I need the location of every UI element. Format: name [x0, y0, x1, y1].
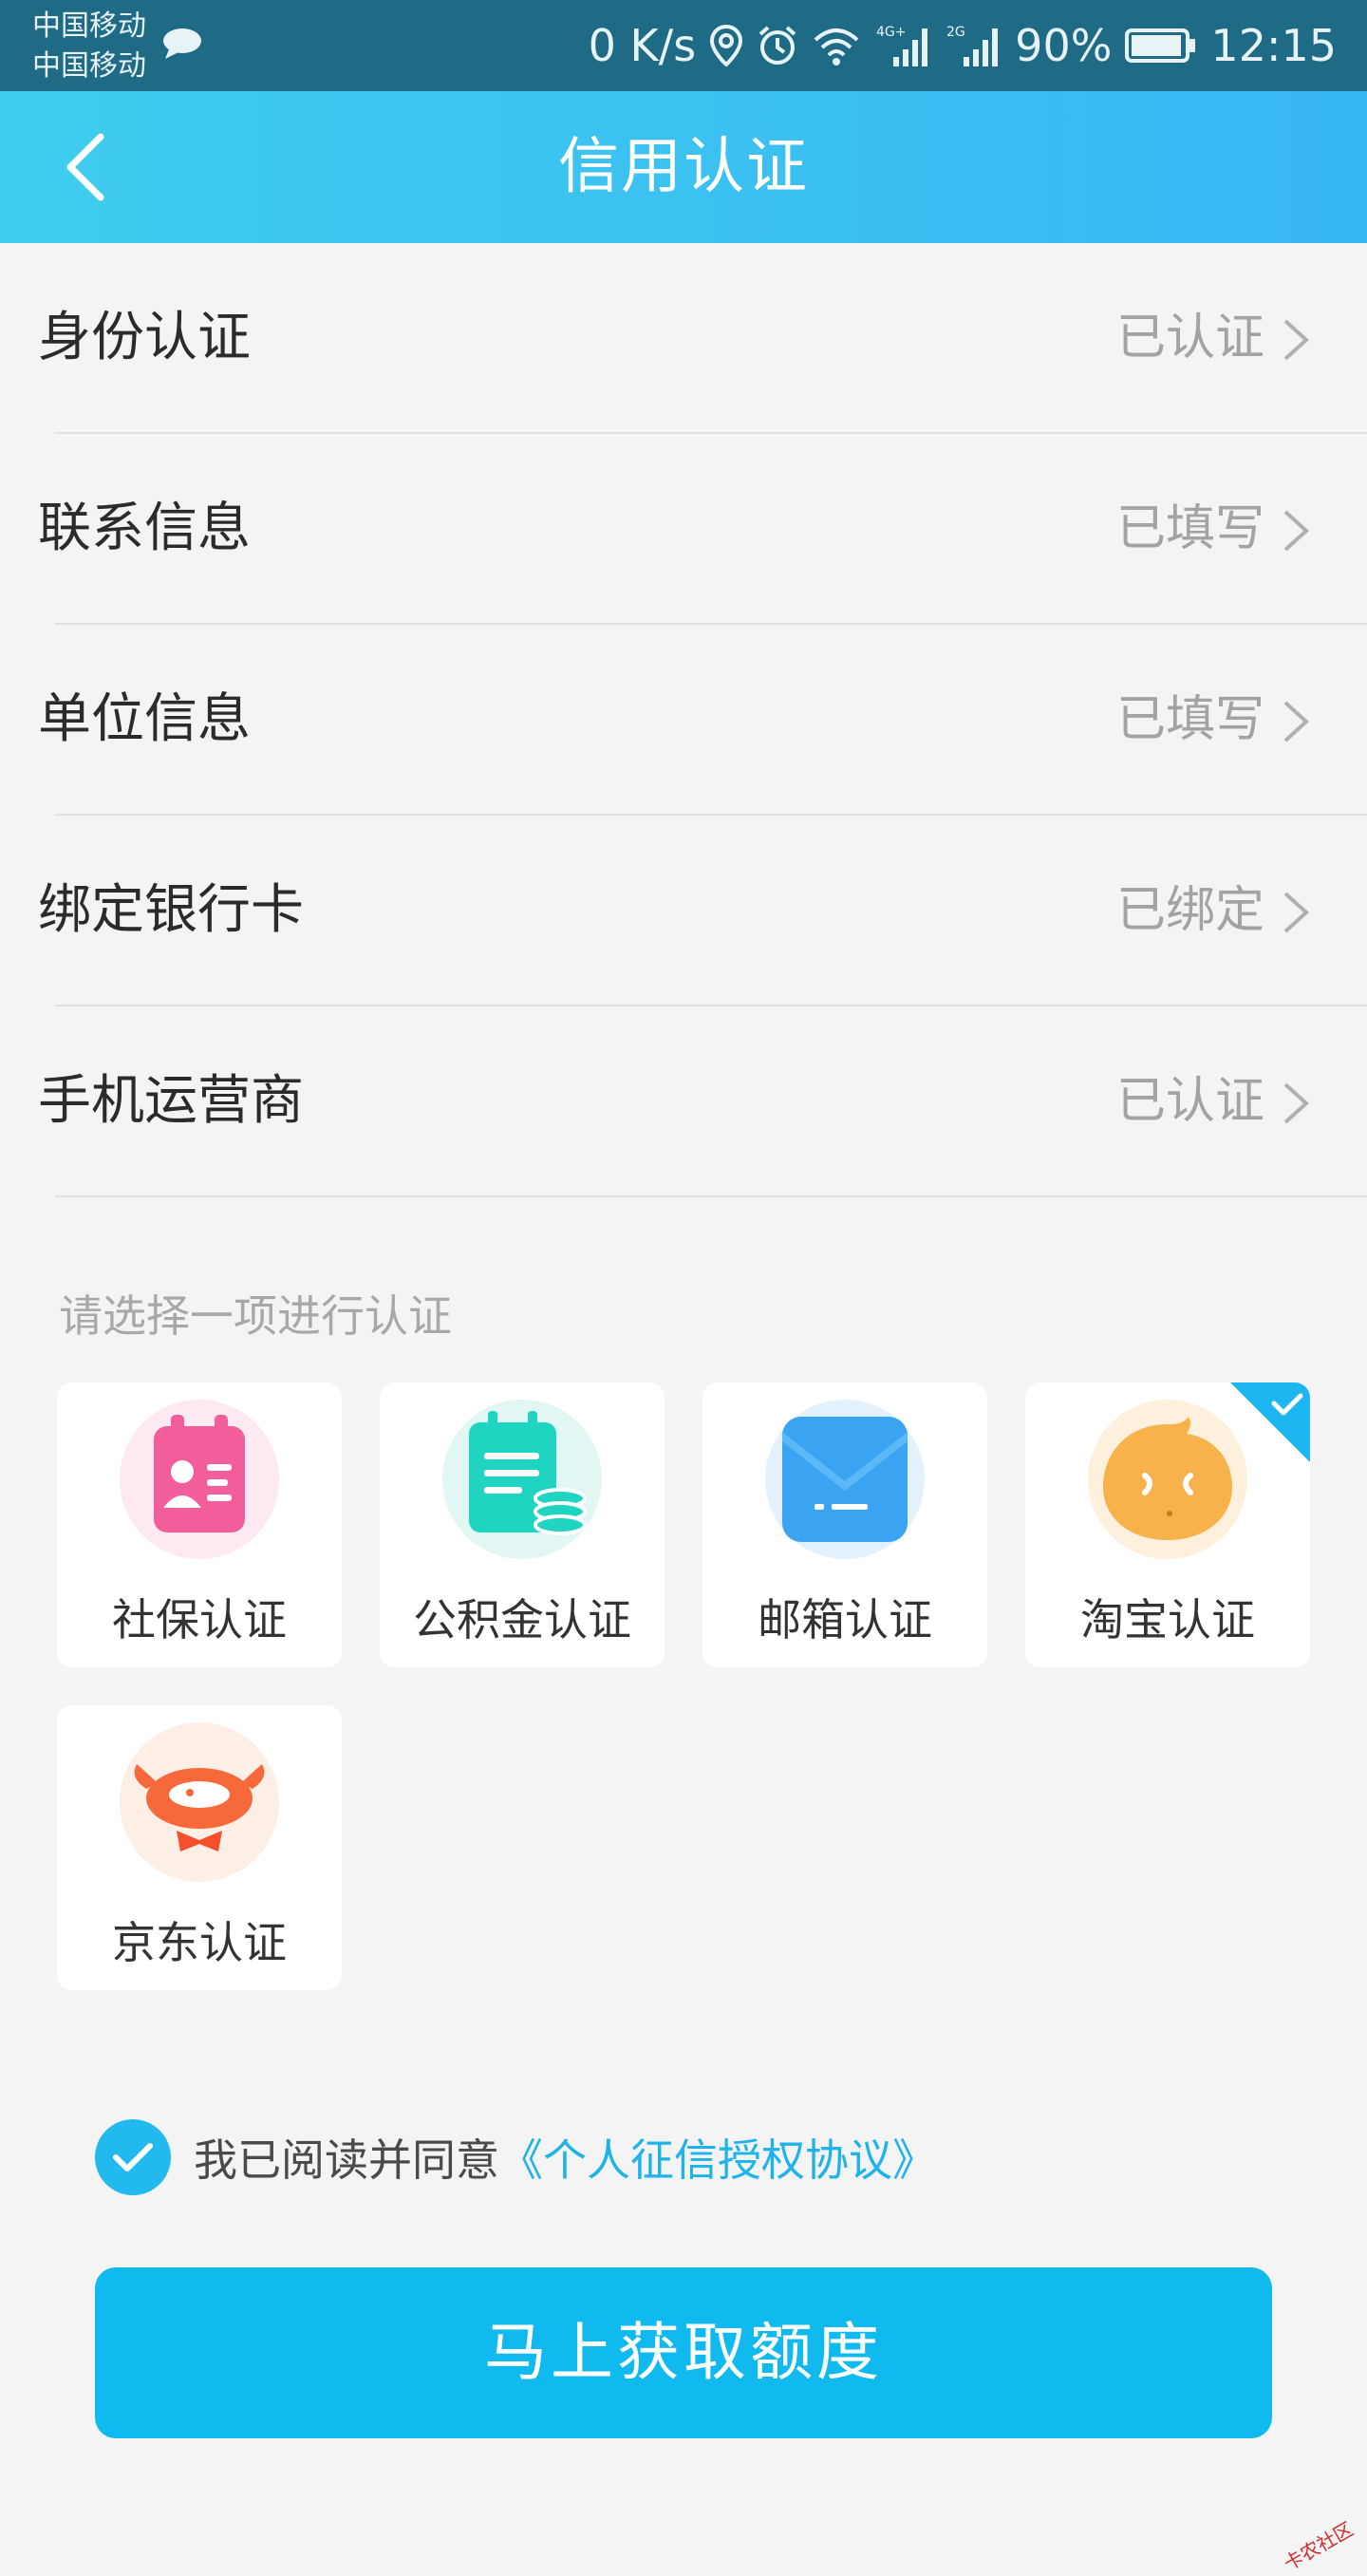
option-label: 社保认证 — [112, 1594, 287, 1645]
battery-icon — [1125, 28, 1196, 63]
list-item-status: 已认证 — [1115, 1073, 1264, 1130]
verification-list: 身份认证 已认证 联系信息 已填写 单位信息 已填写 绑定银行卡 已绑定 手机运… — [0, 243, 1367, 1197]
list-item-bank-card[interactable]: 绑定银行卡 已绑定 — [0, 816, 1367, 1006]
jd-icon — [120, 1722, 279, 1882]
list-item-label: 绑定银行卡 — [38, 879, 304, 941]
list-item-label: 单位信息 — [38, 688, 251, 750]
option-card-social-security[interactable]: 社保认证 — [57, 1382, 342, 1667]
divider — [55, 1195, 1367, 1197]
check-icon — [113, 2143, 153, 2172]
email-icon — [765, 1400, 925, 1559]
taobao-icon — [1088, 1400, 1247, 1559]
message-icon — [163, 28, 201, 59]
chevron-right-icon — [1283, 510, 1309, 552]
option-label: 邮箱认证 — [758, 1594, 932, 1645]
list-item-label: 身份认证 — [38, 307, 251, 368]
watermark-text: 卡农社区 — [1280, 2517, 1358, 2576]
wifi-icon — [814, 28, 859, 66]
carrier-label-2: 中国移动 — [32, 49, 146, 83]
location-icon — [710, 25, 743, 66]
list-item-contact[interactable]: 联系信息 已填写 — [0, 434, 1367, 625]
chevron-right-icon — [1283, 1082, 1309, 1124]
list-item-label: 手机运营商 — [38, 1070, 304, 1132]
option-card-housing-fund[interactable]: 公积金认证 — [380, 1382, 665, 1667]
alarm-icon — [758, 26, 796, 65]
get-credit-limit-button[interactable]: 马上获取额度 — [95, 2267, 1272, 2438]
housing-fund-icon — [442, 1400, 602, 1559]
option-label: 京东认证 — [112, 1917, 287, 1968]
social-security-icon — [120, 1400, 279, 1559]
signal-icon: 2G — [946, 25, 999, 66]
agreement-row: 我已阅读并同意 《个人征信授权协议》 — [95, 2119, 936, 2195]
carrier-label-1: 中国移动 — [32, 9, 146, 43]
list-item-carrier[interactable]: 手机运营商 已认证 — [0, 1006, 1367, 1197]
net1-label: 4G+ — [876, 25, 907, 40]
status-bar: 中国移动 中国移动 0 K/s 4G+ 2G 90% 12:15 — [0, 0, 1367, 91]
chevron-right-icon — [1283, 892, 1309, 933]
agreement-link[interactable]: 《个人征信授权协议》 — [499, 2126, 936, 2189]
agreement-text: 我已阅读并同意 — [194, 2134, 499, 2186]
page-title: 信用认证 — [558, 132, 809, 202]
net-speed: 0 K/s — [588, 20, 697, 71]
list-item-status: 已认证 — [1115, 310, 1264, 367]
list-item-status: 已绑定 — [1115, 882, 1264, 939]
app-header: 信用认证 — [0, 91, 1367, 243]
battery-percent: 90% — [1015, 20, 1113, 71]
clock: 12:15 — [1210, 20, 1337, 71]
option-label: 公积金认证 — [413, 1594, 631, 1645]
option-card-jd[interactable]: 京东认证 — [57, 1705, 342, 1990]
list-item-label: 联系信息 — [38, 498, 251, 559]
list-item-status: 已填写 — [1115, 500, 1264, 557]
list-item-status: 已填写 — [1115, 691, 1264, 748]
selected-check-icon — [1230, 1382, 1310, 1462]
option-card-email[interactable]: 邮箱认证 — [702, 1382, 987, 1667]
net2-label: 2G — [946, 25, 965, 40]
list-item-employer[interactable]: 单位信息 已填写 — [0, 625, 1367, 816]
chevron-right-icon — [1283, 701, 1309, 743]
option-card-taobao[interactable]: 淘宝认证 — [1025, 1382, 1310, 1667]
option-label: 淘宝认证 — [1080, 1594, 1255, 1645]
watermark-logo: 卡农社区 — [1263, 2487, 1358, 2575]
agreement-checkbox[interactable] — [95, 2119, 171, 2195]
section-hint: 请选择一项进行认证 — [59, 1290, 452, 1342]
chevron-right-icon — [1283, 319, 1309, 361]
signal-icon: 4G+ — [876, 25, 928, 66]
list-item-identity[interactable]: 身份认证 已认证 — [0, 243, 1367, 434]
